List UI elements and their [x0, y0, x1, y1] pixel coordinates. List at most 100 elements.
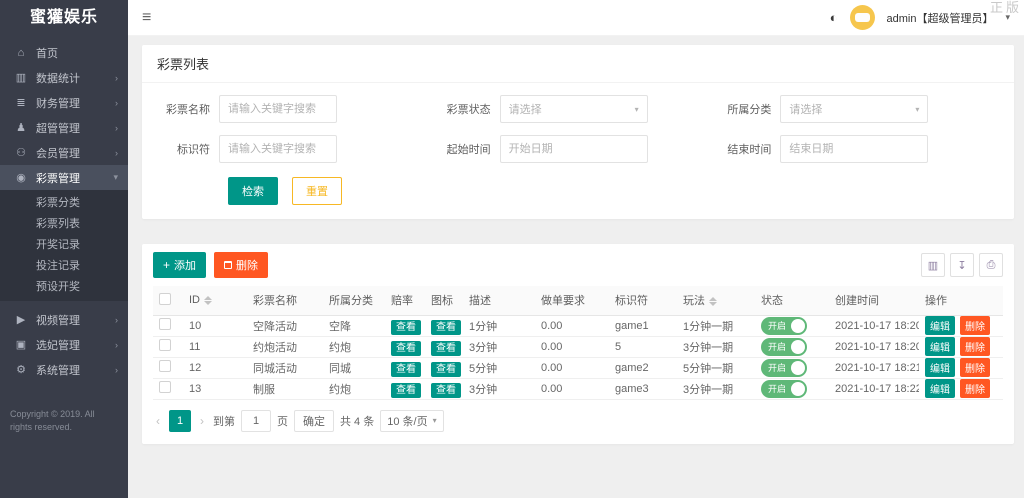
cell-req: 0.00: [535, 378, 609, 400]
print-icon[interactable]: ⎙: [979, 253, 1003, 277]
columns-filter-icon[interactable]: ▥: [921, 253, 945, 277]
video-icon: ▶: [16, 314, 26, 326]
header-odds: 赔率: [385, 286, 425, 316]
sidebar-item-label: 系统管理: [36, 364, 80, 377]
goto-confirm-button[interactable]: 确定: [294, 409, 334, 432]
cell-category: 空降: [323, 315, 385, 337]
sidebar-item-system[interactable]: ⚙ 系统管理 ›: [0, 357, 128, 382]
status-select-value: 请选择: [508, 104, 542, 116]
edit-button[interactable]: 编辑: [925, 316, 955, 335]
row-checkbox[interactable]: [159, 318, 171, 330]
next-page-button[interactable]: ›: [197, 414, 207, 428]
name-input[interactable]: [219, 95, 337, 123]
status-toggle[interactable]: 开启: [761, 316, 807, 335]
row-delete-button[interactable]: 删除: [960, 358, 990, 377]
identifier-input[interactable]: [219, 135, 337, 163]
row-delete-button[interactable]: 删除: [960, 316, 990, 335]
submenu-item-draw-records[interactable]: 开奖记录: [0, 235, 128, 256]
cell-created: 2021-10-17 18:22: [829, 378, 919, 400]
avatar[interactable]: [849, 5, 875, 30]
sidebar-item-statistics[interactable]: ▥ 数据统计 ›: [0, 65, 128, 90]
view-odds-button[interactable]: 查看: [391, 320, 421, 335]
header-play[interactable]: 玩法: [677, 286, 755, 316]
view-icon-button[interactable]: 查看: [431, 320, 461, 335]
sidebar-item-xuanfei[interactable]: ▣ 选妃管理 ›: [0, 332, 128, 357]
page-number-button[interactable]: 1: [169, 409, 191, 432]
screen-icon: ▣: [15, 339, 27, 351]
cell-desc: 1分钟: [463, 315, 535, 337]
select-all-checkbox[interactable]: [159, 292, 171, 305]
sidebar-item-superadmin[interactable]: ♟ 超管管理 ›: [0, 115, 128, 140]
row-checkbox[interactable]: [159, 381, 171, 393]
chevron-right-icon: ›: [115, 122, 118, 133]
sort-icon[interactable]: [709, 296, 717, 306]
table-toolbar: + 添加 删除 ▥ ↧ ⎙: [142, 244, 1014, 286]
view-odds-button[interactable]: 查看: [391, 383, 421, 398]
sort-icon[interactable]: [204, 295, 212, 305]
caret-down-icon: ▾: [634, 104, 639, 114]
row-checkbox[interactable]: [159, 360, 171, 372]
status-toggle[interactable]: 开启: [761, 358, 807, 377]
goto-page-input[interactable]: [241, 409, 271, 432]
sidebar-item-lottery[interactable]: ◉ 彩票管理 ▾: [0, 165, 128, 190]
view-icon-button[interactable]: 查看: [431, 341, 461, 356]
chevron-right-icon: ›: [115, 364, 118, 375]
view-odds-button[interactable]: 查看: [391, 341, 421, 356]
view-icon-button[interactable]: 查看: [431, 362, 461, 377]
sidebar-item-home[interactable]: ⌂ 首页: [0, 40, 128, 65]
page-size-select[interactable]: 10 条/页 ▾: [380, 409, 444, 432]
user-icon: ♟: [16, 122, 26, 134]
prev-page-button[interactable]: ‹: [153, 414, 163, 428]
header-name: 彩票名称: [247, 286, 323, 316]
submenu-item-bet-records[interactable]: 投注记录: [0, 256, 128, 277]
submenu-item-lottery-category[interactable]: 彩票分类: [0, 193, 128, 214]
edit-button[interactable]: 编辑: [925, 358, 955, 377]
view-odds-button[interactable]: 查看: [391, 362, 421, 377]
caret-down-icon[interactable]: ▾: [1005, 12, 1010, 23]
sidebar-item-finance[interactable]: ≣ 财务管理 ›: [0, 90, 128, 115]
main-area: ≡ ◐ admin【超级管理员】 ▾ 正版 彩票列表 彩票名称 彩票状态: [128, 0, 1024, 498]
cell-identifier: 5: [609, 336, 677, 358]
cell-play: 5分钟一期: [677, 357, 755, 379]
row-checkbox[interactable]: [159, 339, 171, 351]
submenu-item-lottery-list[interactable]: 彩票列表: [0, 214, 128, 235]
cell-identifier: game3: [609, 378, 677, 400]
export-icon[interactable]: ↧: [950, 253, 974, 277]
copyright-text: Copyright © 2019. All rights reserved.: [10, 409, 95, 432]
category-select[interactable]: 请选择 ▾: [780, 95, 929, 123]
header-id[interactable]: ID: [183, 286, 247, 316]
header-created: 创建时间: [829, 286, 919, 316]
cell-name: 约炮活动: [247, 336, 323, 358]
status-toggle[interactable]: 开启: [761, 379, 807, 398]
theme-icon[interactable]: ◐: [830, 10, 838, 25]
row-delete-button[interactable]: 删除: [960, 337, 990, 356]
delete-button[interactable]: 删除: [214, 252, 269, 278]
search-button[interactable]: 检索: [228, 177, 278, 205]
start-date-input[interactable]: [499, 135, 648, 163]
chevron-down-icon: ▾: [113, 172, 118, 182]
hamburger-icon[interactable]: ≡: [142, 9, 151, 26]
status-select[interactable]: 请选择 ▾: [499, 95, 648, 123]
status-toggle[interactable]: 开启: [761, 337, 807, 356]
view-icon-button[interactable]: 查看: [431, 383, 461, 398]
identifier-label: 标识符: [177, 144, 210, 156]
search-form: 彩票名称 彩票状态 请选择 ▾ 所属分类 请选择: [142, 83, 1014, 219]
end-date-input[interactable]: [780, 135, 929, 163]
cell-play: 3分钟一期: [677, 336, 755, 358]
reset-button[interactable]: 重置: [292, 177, 342, 205]
add-button[interactable]: + 添加: [153, 252, 207, 278]
cell-name: 空降活动: [247, 315, 323, 337]
home-icon: ⌂: [17, 46, 25, 59]
cell-desc: 5分钟: [463, 357, 535, 379]
edit-button[interactable]: 编辑: [925, 379, 955, 398]
row-delete-button[interactable]: 删除: [960, 379, 990, 398]
sidebar-item-members[interactable]: ⚇ 会员管理 ›: [0, 140, 128, 165]
sidebar-item-video[interactable]: ▶ 视频管理 ›: [0, 307, 128, 332]
user-menu[interactable]: admin【超级管理员】: [887, 10, 994, 26]
page-title: 彩票列表: [142, 45, 1014, 83]
cell-id: 10: [183, 315, 247, 337]
submenu-item-preset-draw[interactable]: 预设开奖: [0, 277, 128, 298]
cell-play: 1分钟一期: [677, 315, 755, 337]
edit-button[interactable]: 编辑: [925, 337, 955, 356]
cell-created: 2021-10-17 18:20: [829, 315, 919, 337]
